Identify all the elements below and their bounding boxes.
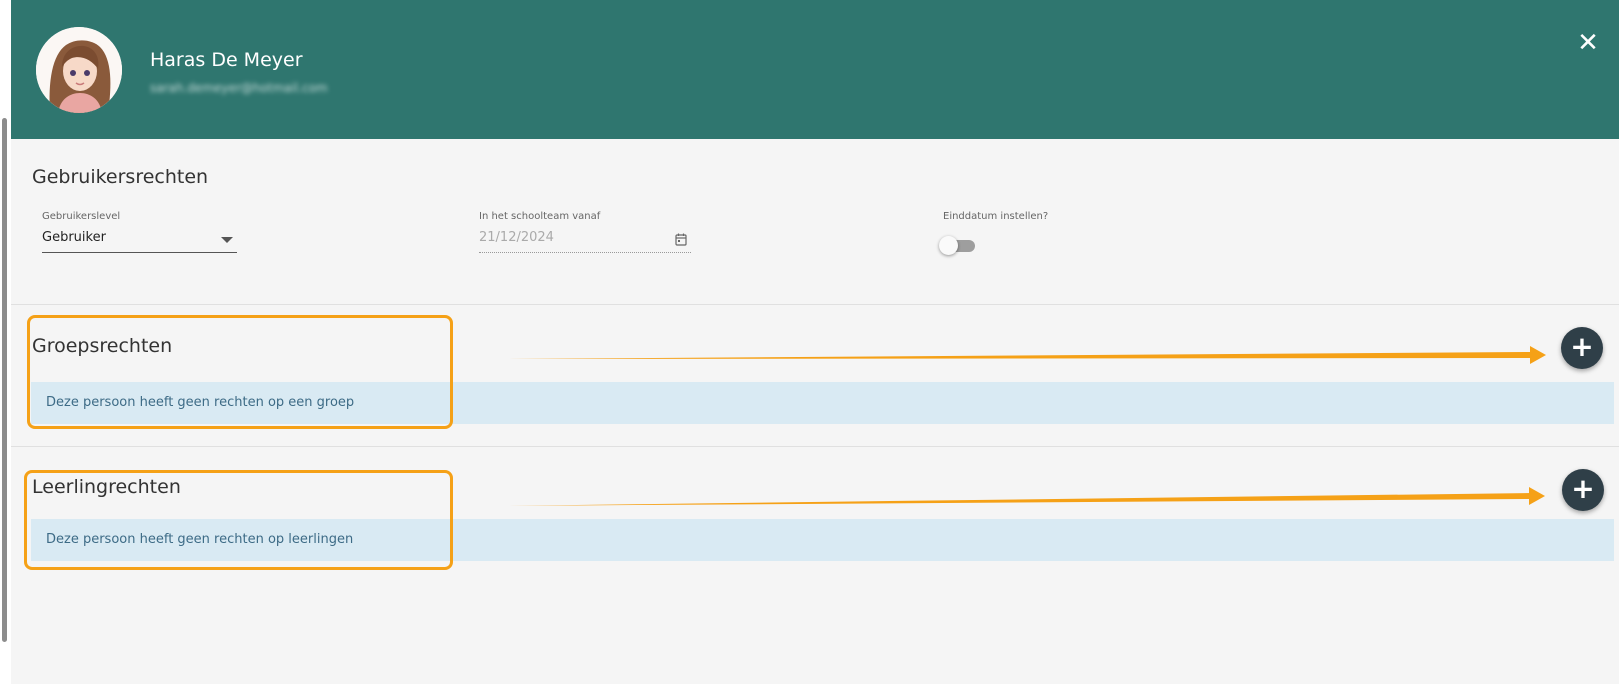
start-date-value: 21/12/2024	[479, 230, 554, 245]
dropdown-arrow-icon	[221, 237, 233, 243]
plus-icon: +	[1571, 472, 1595, 505]
start-date-label: In het schoolteam vanaf	[479, 211, 601, 222]
start-date-field[interactable]: 21/12/2024	[479, 228, 691, 253]
add-student-rights-button[interactable]: +	[1562, 469, 1604, 511]
user-rights-title: Gebruikersrechten	[32, 166, 209, 188]
annotation-highlight-students	[24, 470, 453, 570]
user-level-value: Gebruiker	[42, 230, 106, 245]
left-scroll-rail	[0, 0, 11, 684]
scrollbar[interactable]	[2, 118, 7, 642]
avatar	[36, 27, 122, 113]
plus-icon: +	[1570, 330, 1594, 363]
calendar-icon[interactable]	[675, 233, 687, 246]
profile-header: Haras De Meyer sarah.demeyer@hotmail.com…	[11, 0, 1619, 139]
close-icon[interactable]: ✕	[1575, 30, 1601, 56]
user-level-select[interactable]: Gebruiker	[42, 228, 237, 253]
end-date-label: Einddatum instellen?	[943, 211, 1049, 222]
end-date-toggle[interactable]	[939, 235, 977, 255]
user-level-label: Gebruikerslevel	[42, 211, 121, 222]
user-name: Haras De Meyer	[150, 49, 303, 71]
section-divider	[11, 304, 1619, 305]
toggle-thumb	[939, 236, 958, 255]
annotation-highlight-group	[27, 315, 453, 429]
add-group-rights-button[interactable]: +	[1561, 327, 1603, 369]
section-divider	[11, 446, 1619, 447]
user-email: sarah.demeyer@hotmail.com	[150, 81, 328, 95]
